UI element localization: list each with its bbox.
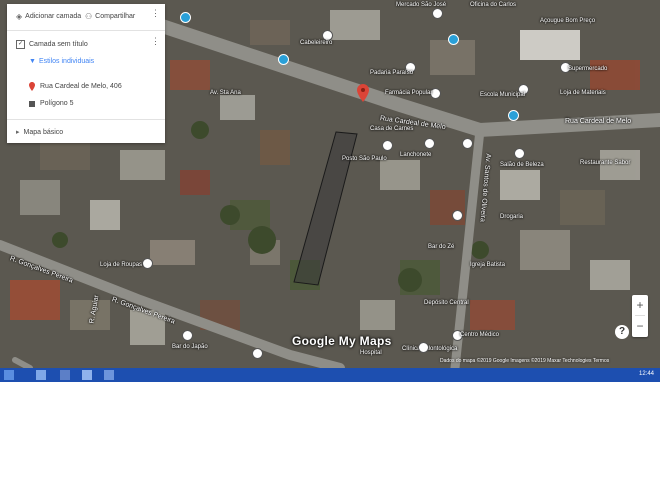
- poi-marker[interactable]: [424, 138, 435, 149]
- feature-item-place[interactable]: Rua Cardeal de Melo, 406: [29, 82, 122, 91]
- poi-label[interactable]: Depósito Central: [424, 300, 469, 307]
- start-button-icon[interactable]: [4, 370, 14, 380]
- poi-marker[interactable]: [514, 148, 525, 159]
- layer-styles-label: Estilos individuais: [38, 58, 95, 65]
- share-button[interactable]: ⚇ Compartilhar: [85, 12, 135, 21]
- poi-label[interactable]: Cabeleireiro: [300, 40, 332, 47]
- poi-label[interactable]: Açougue Bom Preço: [540, 18, 595, 25]
- poi-marker[interactable]: [382, 140, 393, 151]
- poi-label[interactable]: Igreja Batista: [470, 262, 505, 269]
- taskbar-app-icon[interactable]: [60, 370, 70, 380]
- poi-label[interactable]: Bar do Japão: [172, 344, 208, 351]
- poi-label[interactable]: Escola Municipal: [480, 92, 525, 99]
- polygon-label: Polígono 5: [40, 100, 74, 107]
- map-attribution[interactable]: Dados do mapa ©2019 Google Imagens ©2019…: [440, 358, 609, 364]
- poi-marker[interactable]: [180, 12, 191, 23]
- street-label: Rua Cardeal de Melo: [565, 118, 632, 125]
- poi-label[interactable]: Casa de Carnes: [370, 126, 413, 133]
- poi-marker[interactable]: [448, 34, 459, 45]
- taskbar-app-icon[interactable]: [36, 370, 46, 380]
- zoom-controls: + −: [632, 295, 648, 337]
- poi-label[interactable]: Clínica Odontológica: [402, 346, 457, 353]
- paint-roller-icon: ▼: [29, 58, 36, 65]
- taskbar-app-icon[interactable]: [104, 370, 114, 380]
- poi-label[interactable]: Drogaria: [500, 214, 523, 221]
- basemap-label: Mapa básico: [23, 128, 64, 136]
- poi-label[interactable]: Hospital: [360, 350, 382, 357]
- poi-label[interactable]: Bar do Zé: [428, 244, 454, 251]
- add-person-icon: ⚇: [85, 12, 93, 21]
- taskbar-clock[interactable]: 12:44: [639, 371, 654, 377]
- poi-marker[interactable]: [508, 110, 519, 121]
- taskbar-app-icon[interactable]: [82, 370, 92, 380]
- poi-label[interactable]: Posto São Paulo: [342, 156, 387, 163]
- layers-icon: ◈: [16, 12, 23, 21]
- poi-label[interactable]: Lanchonete: [400, 152, 431, 159]
- poi-label[interactable]: Supermercado: [568, 66, 607, 73]
- poi-label[interactable]: Loja de Materiais: [560, 90, 606, 97]
- help-button[interactable]: ?: [615, 325, 629, 339]
- polygon-icon: [29, 100, 35, 107]
- zoom-in-button[interactable]: +: [632, 295, 648, 315]
- layer-title[interactable]: Camada sem título: [29, 41, 88, 48]
- poi-label[interactable]: Restaurante Sabor: [580, 160, 630, 167]
- zoom-out-button[interactable]: −: [632, 316, 648, 336]
- place-label: Rua Cardeal de Melo, 406: [40, 83, 122, 90]
- feature-item-polygon[interactable]: Polígono 5: [29, 100, 73, 107]
- place-marker-icon[interactable]: [357, 84, 369, 102]
- poi-label[interactable]: Farmácia Popular: [385, 90, 432, 97]
- windows-taskbar: 12:44: [0, 368, 660, 382]
- poi-label[interactable]: Mercado São José: [396, 2, 446, 9]
- google-my-maps-logo: Google My Maps: [292, 334, 392, 348]
- poi-label[interactable]: Av. Sta Ana: [210, 90, 241, 97]
- poi-label[interactable]: Loja de Roupas: [100, 262, 142, 269]
- poi-label[interactable]: Padaria Paraíso: [370, 70, 413, 77]
- poi-label[interactable]: Centro Médico: [460, 332, 499, 339]
- basemap-toggle-icon: ▸: [16, 129, 20, 136]
- poi-marker[interactable]: [278, 54, 289, 65]
- poi-label[interactable]: Salão de Beleza: [500, 162, 544, 169]
- basemap-button[interactable]: ▸ Mapa básico: [16, 128, 64, 137]
- add-layer-label: Adicionar camada: [25, 13, 82, 20]
- share-label: Compartilhar: [95, 13, 136, 20]
- poi-marker[interactable]: [432, 8, 443, 19]
- layer-options-icon[interactable]: ⋮: [151, 37, 160, 46]
- layers-panel: ◈ Adicionar camada ⚇ Compartilhar ⋮ ✓ Ca…: [7, 4, 165, 143]
- poi-marker[interactable]: [142, 258, 153, 269]
- poi-marker[interactable]: [452, 210, 463, 221]
- layer-header[interactable]: ✓ Camada sem título: [16, 40, 88, 49]
- poi-marker[interactable]: [252, 348, 263, 359]
- poi-marker[interactable]: [418, 342, 429, 353]
- poi-marker[interactable]: [182, 330, 193, 341]
- layer-visibility-checkbox[interactable]: ✓: [16, 40, 25, 49]
- place-pin-icon: [29, 82, 35, 91]
- add-layer-button[interactable]: ◈ Adicionar camada: [16, 12, 81, 21]
- poi-marker[interactable]: [462, 138, 473, 149]
- more-options-icon[interactable]: ⋮: [151, 9, 160, 18]
- poi-label[interactable]: Oficina do Carlos: [470, 2, 516, 9]
- layer-styles-link[interactable]: ▼ Estilos individuais: [29, 58, 94, 65]
